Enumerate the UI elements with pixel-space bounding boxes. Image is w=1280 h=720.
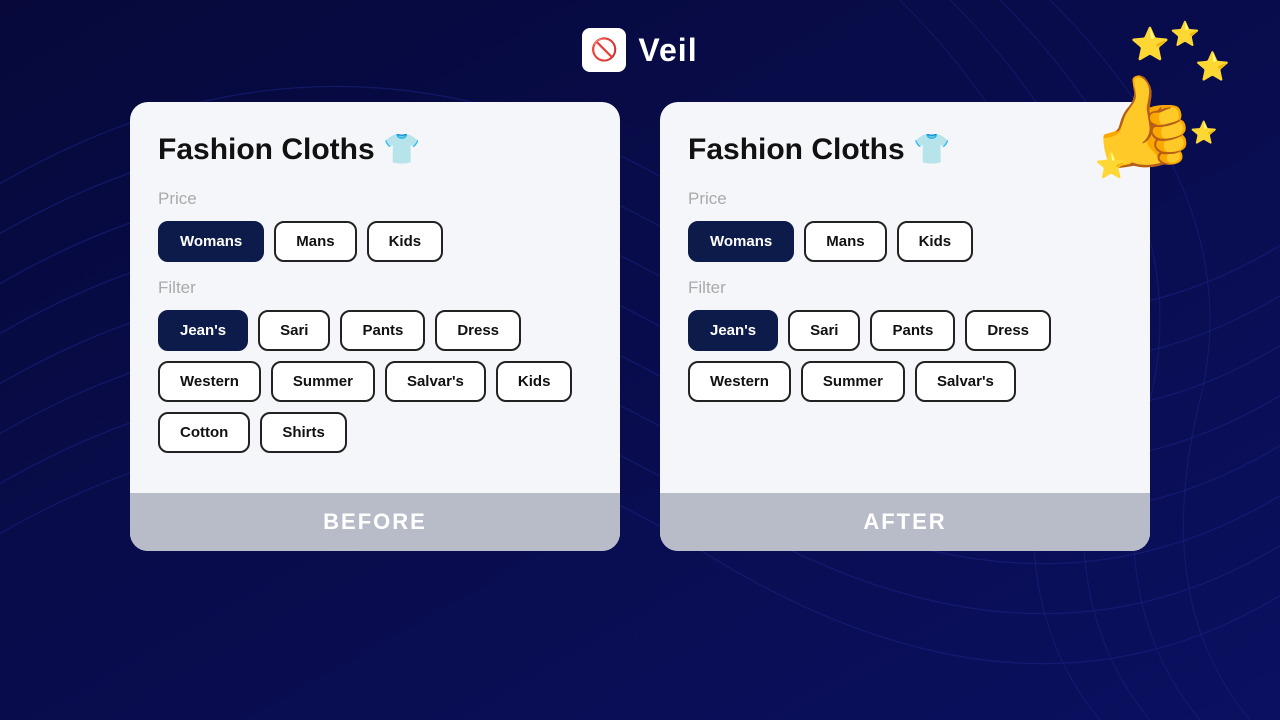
before-btn-kids-filter[interactable]: Kids <box>496 361 573 402</box>
main-content: Fashion Cloths 👕 Price Womans Mans Kids … <box>0 72 1280 551</box>
after-footer-label: AFTER <box>863 509 946 534</box>
before-btn-jeans[interactable]: Jean's <box>158 310 248 351</box>
before-btn-pants[interactable]: Pants <box>340 310 425 351</box>
after-card-body: Fashion Cloths 👕 Price Womans Mans Kids … <box>660 102 1150 493</box>
before-card-title: Fashion Cloths 👕 <box>158 132 592 167</box>
before-card-footer: BEFORE <box>130 493 620 551</box>
after-btn-summer[interactable]: Summer <box>801 361 905 402</box>
before-btn-cotton[interactable]: Cotton <box>158 412 250 453</box>
before-btn-sari[interactable]: Sari <box>258 310 330 351</box>
logo-box: 🚫 <box>582 28 626 72</box>
after-card-title: Fashion Cloths 👕 <box>688 132 1122 167</box>
after-btn-pants[interactable]: Pants <box>870 310 955 351</box>
after-card: Fashion Cloths 👕 Price Womans Mans Kids … <box>660 102 1150 551</box>
before-btn-kids-price[interactable]: Kids <box>367 221 444 262</box>
after-btn-kids-price[interactable]: Kids <box>897 221 974 262</box>
after-btn-sari[interactable]: Sari <box>788 310 860 351</box>
header: 🚫 Veil <box>0 0 1280 72</box>
before-btn-womans[interactable]: Womans <box>158 221 264 262</box>
before-btn-western[interactable]: Western <box>158 361 261 402</box>
before-btn-salvars[interactable]: Salvar's <box>385 361 486 402</box>
before-price-label: Price <box>158 189 592 209</box>
before-btn-summer[interactable]: Summer <box>271 361 375 402</box>
after-btn-mans[interactable]: Mans <box>804 221 886 262</box>
before-btn-mans[interactable]: Mans <box>274 221 356 262</box>
after-btn-western[interactable]: Western <box>688 361 791 402</box>
before-footer-label: BEFORE <box>323 509 427 534</box>
before-filter-buttons: Jean's Sari Pants Dress Western Summer S… <box>158 310 592 453</box>
after-btn-jeans[interactable]: Jean's <box>688 310 778 351</box>
after-btn-salvars[interactable]: Salvar's <box>915 361 1016 402</box>
before-price-buttons: Womans Mans Kids <box>158 221 592 262</box>
after-price-buttons: Womans Mans Kids <box>688 221 1122 262</box>
before-btn-dress[interactable]: Dress <box>435 310 521 351</box>
before-card: Fashion Cloths 👕 Price Womans Mans Kids … <box>130 102 620 551</box>
before-btn-shirts[interactable]: Shirts <box>260 412 347 453</box>
after-btn-dress[interactable]: Dress <box>965 310 1051 351</box>
after-card-footer: AFTER <box>660 493 1150 551</box>
before-card-body: Fashion Cloths 👕 Price Womans Mans Kids … <box>130 102 620 493</box>
after-price-label: Price <box>688 189 1122 209</box>
after-btn-womans[interactable]: Womans <box>688 221 794 262</box>
after-filter-buttons: Jean's Sari Pants Dress Western Summer S… <box>688 310 1122 402</box>
before-filter-label: Filter <box>158 278 592 298</box>
logo-icon: 🚫 <box>591 37 618 63</box>
brand-name: Veil <box>638 32 697 69</box>
after-filter-label: Filter <box>688 278 1122 298</box>
